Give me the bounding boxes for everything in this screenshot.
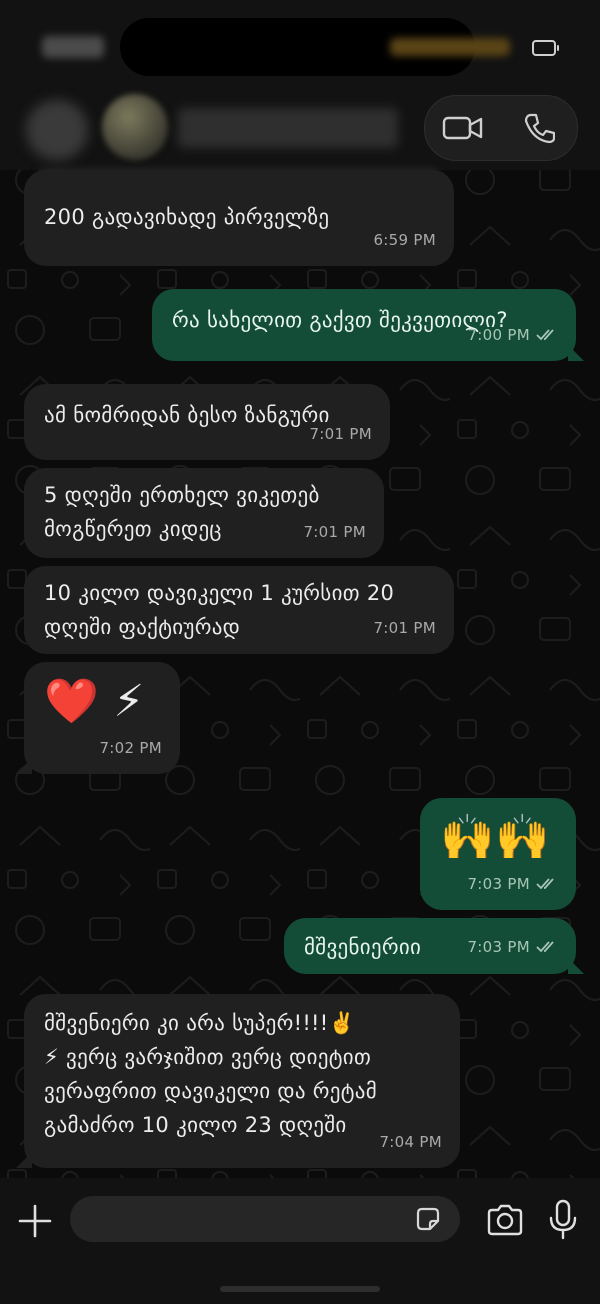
battery-icon (532, 40, 559, 56)
message-incoming[interactable]: 200 გადავიხადე პირველზე 6:59 PM (24, 170, 454, 266)
message-time: 7:04 PM (379, 1133, 442, 1151)
call-actions (424, 95, 578, 161)
contact-name[interactable] (178, 108, 398, 148)
message-time: 7:02 PM (99, 739, 162, 757)
message-outgoing[interactable]: რა სახელით გაქვთ შეკვეთილი? 7:00 PM (152, 289, 584, 361)
message-composer (0, 1178, 600, 1304)
message-incoming[interactable]: 5 დღეში ერთხელ ვიკეთებ მოგწერეთ კიდეც 7:… (24, 468, 384, 558)
message-line: ⚡ ვერც ვარჯიშით ვერც დიეტით (44, 1045, 372, 1069)
video-call-button[interactable] (425, 96, 501, 160)
message-text: რა სახელით გაქვთ შეკვეთილი? (172, 308, 508, 332)
back-button[interactable] (26, 100, 88, 160)
message-emoji: 🙌🙌 (440, 812, 551, 863)
message-time: 7:03 PM (467, 875, 530, 893)
message-meta: 7:03 PM (467, 867, 558, 901)
camera-icon[interactable] (486, 1203, 524, 1237)
message-incoming[interactable]: მშვენიერი კი არა სუპერ!!!!✌️ ⚡ ვერც ვარჯ… (16, 994, 460, 1168)
read-receipt-icon (536, 329, 554, 341)
message-meta: 7:03 PM (467, 930, 558, 964)
message-outgoing[interactable]: 🙌🙌 7:03 PM (420, 798, 576, 910)
message-text: მშვენიერიი (304, 935, 422, 959)
voice-call-button[interactable] (501, 96, 577, 160)
message-meta: 7:00 PM (467, 318, 558, 352)
message-time: 7:01 PM (373, 619, 436, 637)
status-signal-blur (390, 38, 510, 56)
message-incoming[interactable]: 10 კილო დავიკელი 1 კურსით 20 დღეში ფაქტი… (24, 566, 454, 654)
message-incoming[interactable]: ❤️ ⚡ 7:02 PM (16, 662, 180, 774)
message-line: 5 დღეში ერთხელ ვიკეთებ (44, 483, 320, 507)
bubble-tail (568, 958, 584, 974)
message-text: ამ ნომრიდან ბესო ზანგური (44, 403, 330, 427)
message-time: 6:59 PM (373, 231, 436, 249)
message-emoji: ❤️ ⚡ (44, 676, 145, 727)
voice-call-icon (524, 113, 555, 144)
message-line: მშვენიერი კი არა სუპერ!!!!✌️ (44, 1011, 355, 1035)
bubble-tail (16, 758, 32, 774)
home-indicator (220, 1286, 380, 1292)
status-bar (0, 0, 600, 90)
message-time: 7:00 PM (467, 326, 530, 344)
plus-icon[interactable] (16, 1202, 54, 1240)
avatar[interactable] (102, 94, 168, 160)
message-input[interactable] (70, 1196, 460, 1242)
sticker-icon[interactable] (414, 1205, 442, 1233)
bubble-tail (16, 1152, 32, 1168)
message-time: 7:01 PM (303, 523, 366, 541)
message-time: 7:01 PM (309, 425, 372, 443)
bubble-tail (568, 345, 584, 361)
message-outgoing[interactable]: მშვენიერიი 7:03 PM (284, 918, 584, 974)
message-text: 200 გადავიხადე პირველზე (44, 205, 330, 229)
read-receipt-icon (536, 941, 554, 953)
chat-header (0, 90, 600, 170)
microphone-icon[interactable] (548, 1198, 578, 1242)
message-line: 10 კილო დავიკელი 1 კურსით 20 (44, 581, 395, 605)
message-line: ვერაფრით დავიკელი და რეტამ (44, 1079, 378, 1103)
read-receipt-icon (536, 878, 554, 890)
message-incoming[interactable]: ამ ნომრიდან ბესო ზანგური 7:01 PM (24, 384, 390, 460)
message-time: 7:03 PM (467, 938, 530, 956)
status-time-blur (42, 36, 104, 58)
video-call-icon (442, 116, 483, 140)
